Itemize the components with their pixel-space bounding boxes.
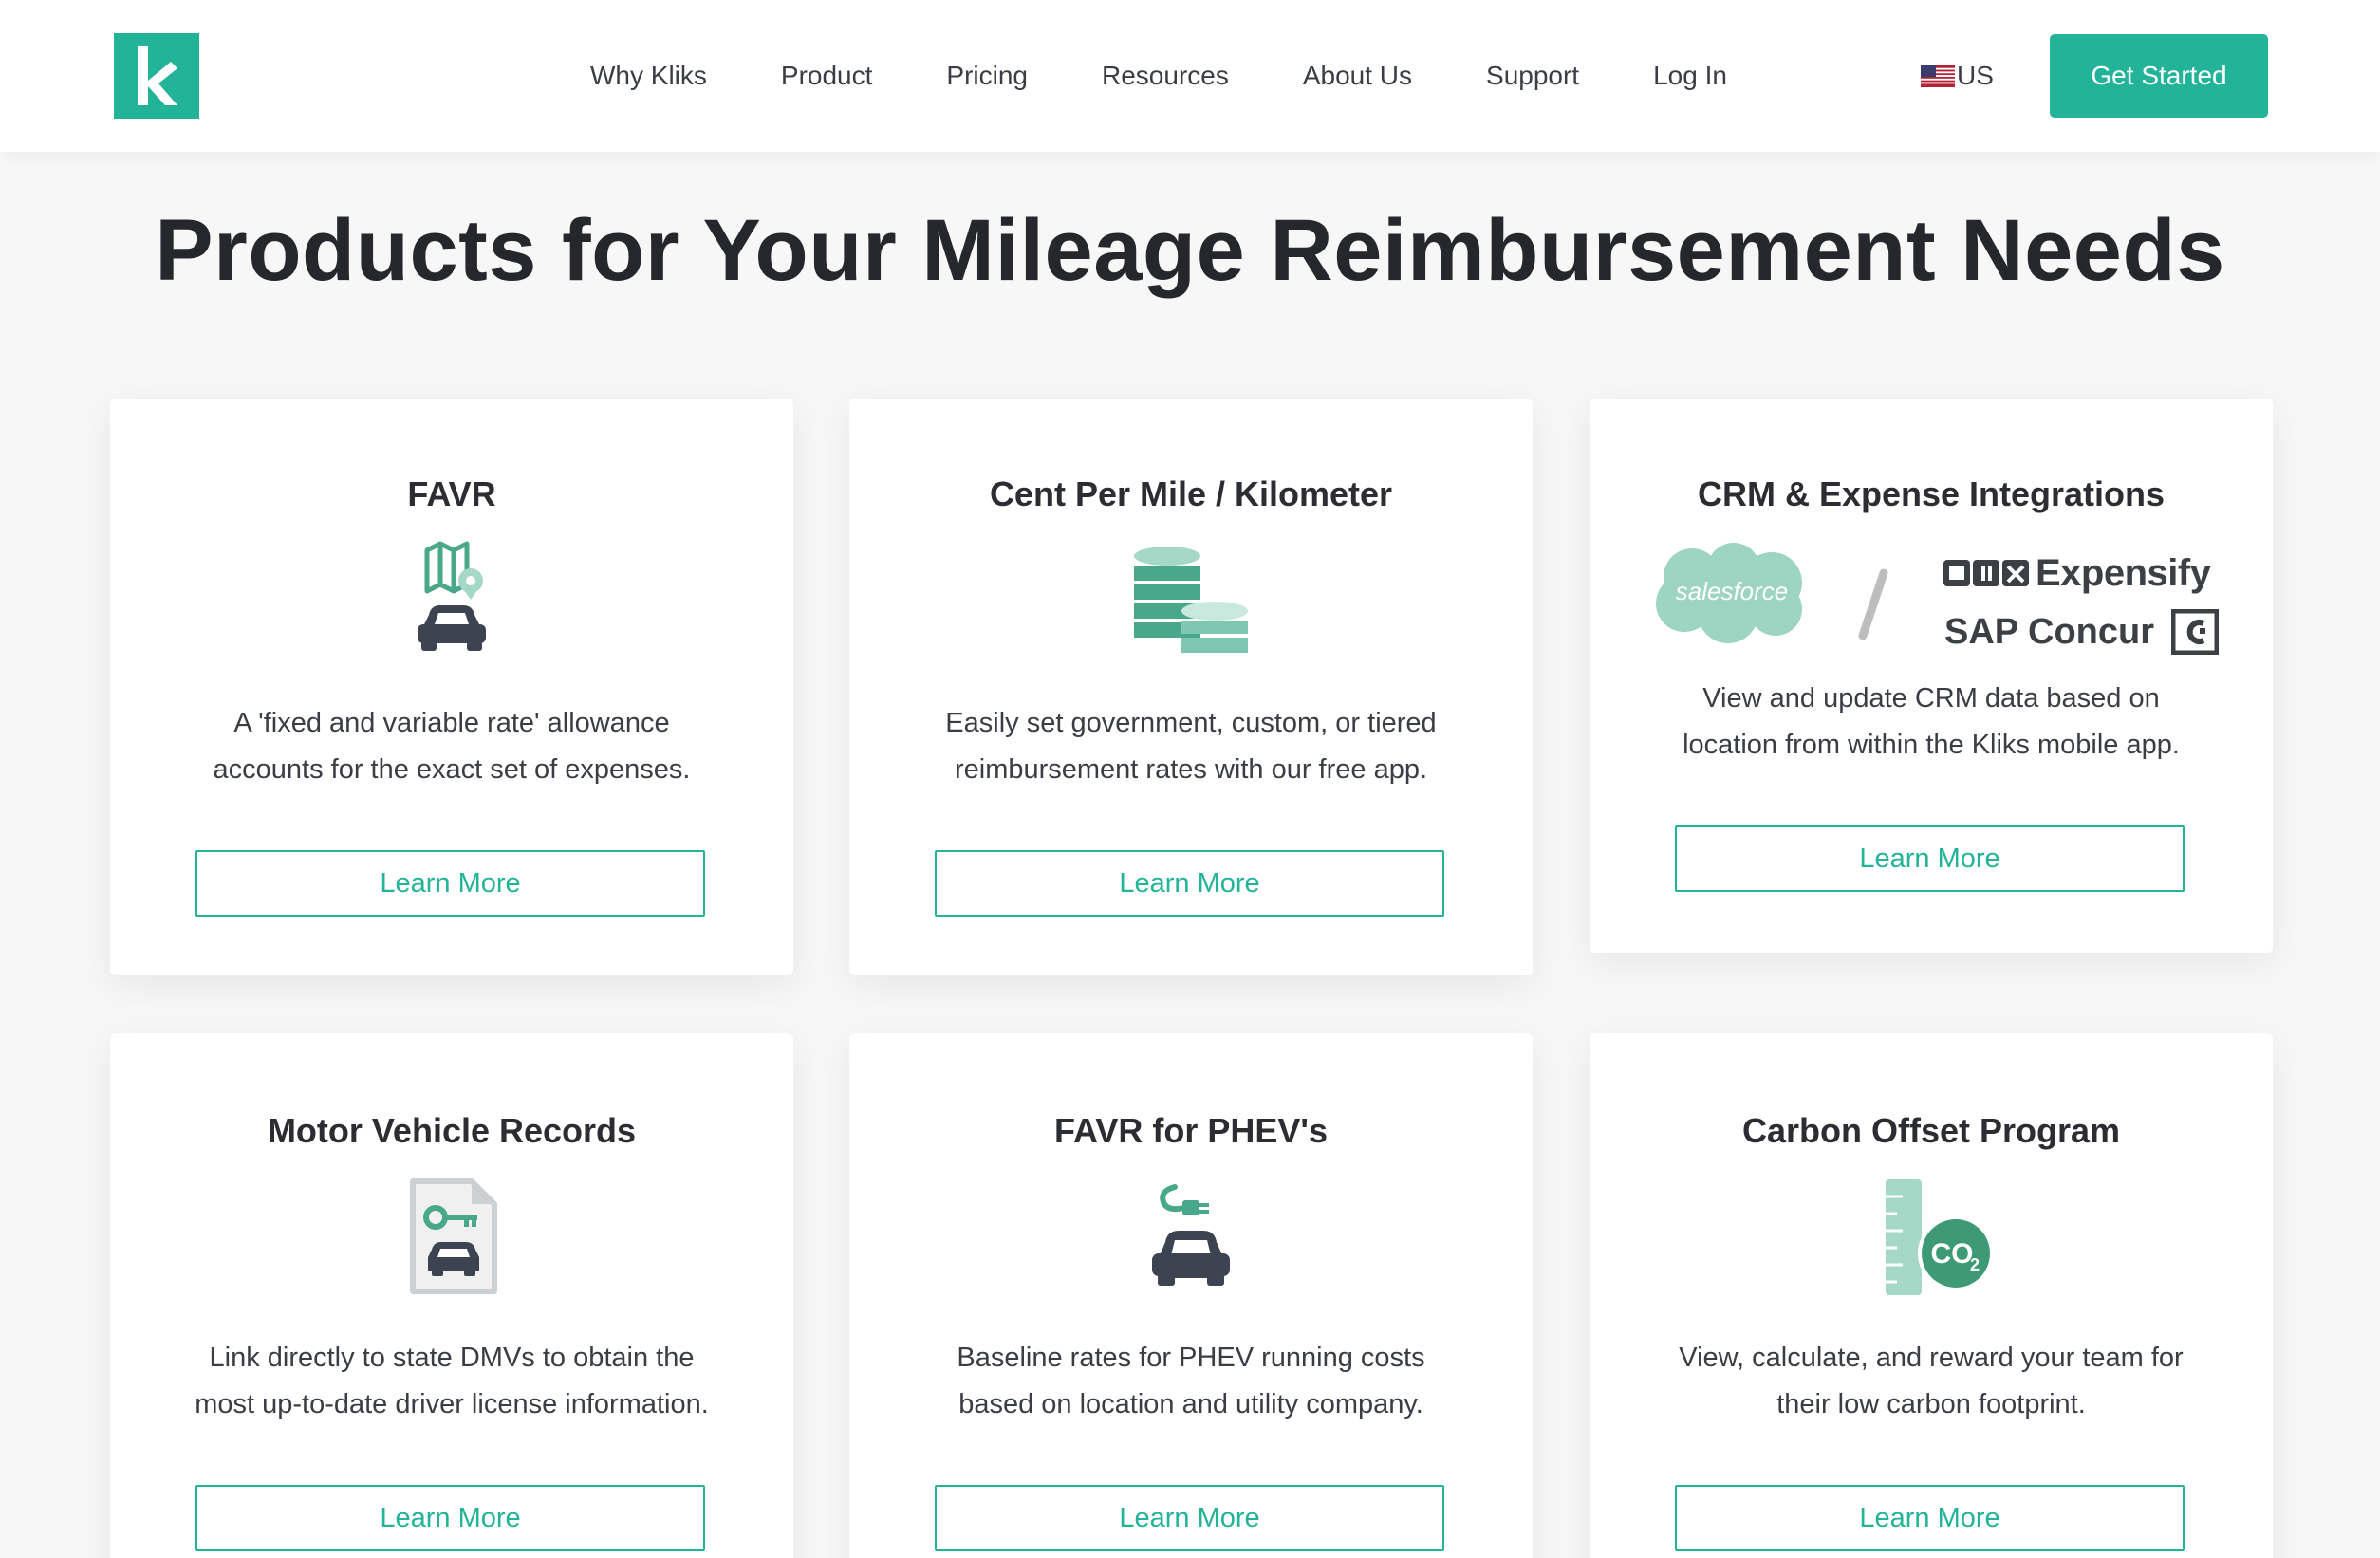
product-card-carbon-offset: Carbon Offset Program CO 2 View, calcula… [1590,1033,2273,1558]
kliks-logo[interactable] [114,33,199,119]
svg-text:CO: CO [1931,1238,1974,1270]
nav-about-us[interactable]: About Us [1303,61,1412,91]
get-started-button[interactable]: Get Started [2050,34,2268,118]
card-title: Carbon Offset Program [1741,1111,2121,1150]
card-description: View, calculate, and reward your team fo… [1679,1343,2184,1419]
nav-pricing[interactable]: Pricing [946,61,1028,91]
card-title: CRM & Expense Integrations [1697,474,2166,513]
separator-slash-icon [1853,567,1891,648]
locale-selector[interactable]: US [1921,55,1994,97]
concur-c-icon [2171,609,2220,655]
nav-why-kliks[interactable]: Why Kliks [590,61,707,91]
learn-more-button[interactable]: Learn More [195,850,705,917]
nav-log-in[interactable]: Log In [1653,61,1727,91]
expensify-glyphs-icon [1943,559,2029,586]
learn-more-button[interactable]: Learn More [935,850,1444,917]
product-card-motor-vehicle-records: Motor Vehicle Records Link directly to s… [110,1033,793,1558]
locale-label: US [1957,61,1994,90]
svg-text:2: 2 [1970,1255,1980,1274]
product-card-favr-phev: FAVR for PHEV's Baseline rates for PHEV … [849,1033,1533,1558]
product-card-cent-per-mile: Cent Per Mile / Kilometer Easily set gov… [849,399,1533,975]
page-title: Products for Your Mileage Reimbursement … [155,202,2225,299]
card-description: Easily set government, custom, or tiered… [945,708,1437,785]
sap-concur-logo: SAP Concur [1944,609,2220,655]
card-description: A 'fixed and variable rate' allowance ac… [213,708,691,785]
map-car-icon [404,541,499,669]
us-flag-icon [1921,65,1955,87]
learn-more-button[interactable]: Learn More [195,1485,705,1551]
salesforce-logo: salesforce [1646,541,1817,650]
co2-ruler-icon: CO 2 [1865,1176,1998,1304]
main-nav: Why Kliks Product Pricing Resources Abou… [590,0,1727,152]
top-navbar: Why Kliks Product Pricing Resources Abou… [0,0,2380,152]
nav-support[interactable]: Support [1486,61,1579,91]
nav-resources[interactable]: Resources [1102,61,1229,91]
learn-more-button[interactable]: Learn More [1675,825,2185,892]
card-description: Link directly to state DMVs to obtain th… [195,1343,709,1419]
coins-icon [1125,541,1257,669]
card-title: Cent Per Mile / Kilometer [989,474,1393,513]
license-document-icon [400,1176,504,1304]
card-description: Baseline rates for PHEV running costs ba… [957,1343,1425,1419]
card-title: FAVR for PHEV's [1054,1111,1328,1150]
product-card-favr: FAVR A 'fixed and variable rate' allowan… [110,399,793,975]
svg-text:salesforce: salesforce [1676,577,1789,605]
learn-more-button[interactable]: Learn More [1675,1485,2185,1551]
nav-product[interactable]: Product [781,61,873,91]
product-card-integrations: CRM & Expense Integrations salesforce Ex… [1590,399,2273,953]
card-title: FAVR [407,474,496,513]
expensify-logo: Expensify [1943,552,2211,595]
kliks-k-icon [138,46,177,105]
card-title: Motor Vehicle Records [267,1111,637,1150]
electric-car-icon [1139,1176,1243,1304]
card-description: View and update CRM data based on locati… [1683,683,2180,760]
learn-more-button[interactable]: Learn More [935,1485,1444,1551]
